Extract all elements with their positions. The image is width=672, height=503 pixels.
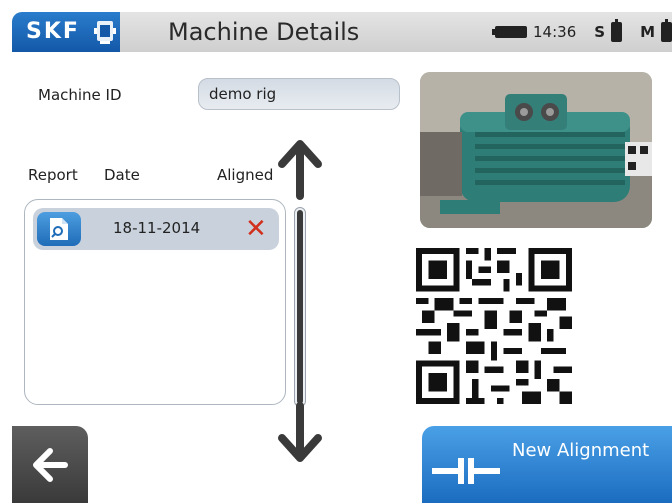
machine-photo (420, 72, 652, 228)
m-battery-icon (661, 19, 672, 42)
report-list[interactable]: 18-11-2014 ✕ (24, 199, 286, 405)
status-bar: 14:36 S M (492, 19, 672, 43)
report-date: 18-11-2014 (113, 219, 201, 237)
machine-id-field[interactable]: demo rig (198, 78, 400, 110)
page-title: Machine Details (168, 18, 360, 46)
column-header-date: Date (104, 166, 140, 184)
qr-code (416, 248, 572, 404)
scrollbar-thumb[interactable] (297, 210, 303, 404)
report-document-icon (50, 218, 68, 240)
top-bar: SKF Machine Details 14:36 S M (12, 12, 672, 52)
battery-icon (492, 26, 528, 38)
brand-text: SKF (26, 19, 80, 44)
arrow-left-icon (33, 448, 68, 482)
column-header-aligned: Aligned (217, 166, 274, 184)
open-report-button[interactable] (37, 212, 81, 246)
arrow-down-icon[interactable] (274, 402, 326, 472)
s-battery-icon (611, 19, 623, 42)
report-row[interactable]: 18-11-2014 ✕ (33, 208, 279, 250)
main-panel: Machine ID demo rig Report Date Aligned … (12, 52, 672, 503)
machine-id-label: Machine ID (38, 86, 122, 104)
clock: 14:36 (533, 23, 577, 41)
m-sensor-label: M (640, 23, 655, 41)
scrollbar[interactable] (294, 207, 306, 407)
back-button[interactable] (12, 426, 88, 503)
skf-logo: SKF (12, 12, 120, 52)
coupling-icon (432, 458, 500, 484)
column-header-report: Report (28, 166, 78, 184)
arrow-up-icon[interactable] (274, 130, 326, 200)
machine-icon (94, 19, 116, 45)
s-sensor-label: S (594, 23, 606, 41)
x-mark-icon: ✕ (245, 214, 267, 244)
new-alignment-button[interactable]: New Alignment (422, 426, 672, 503)
new-alignment-label: New Alignment (512, 440, 650, 461)
